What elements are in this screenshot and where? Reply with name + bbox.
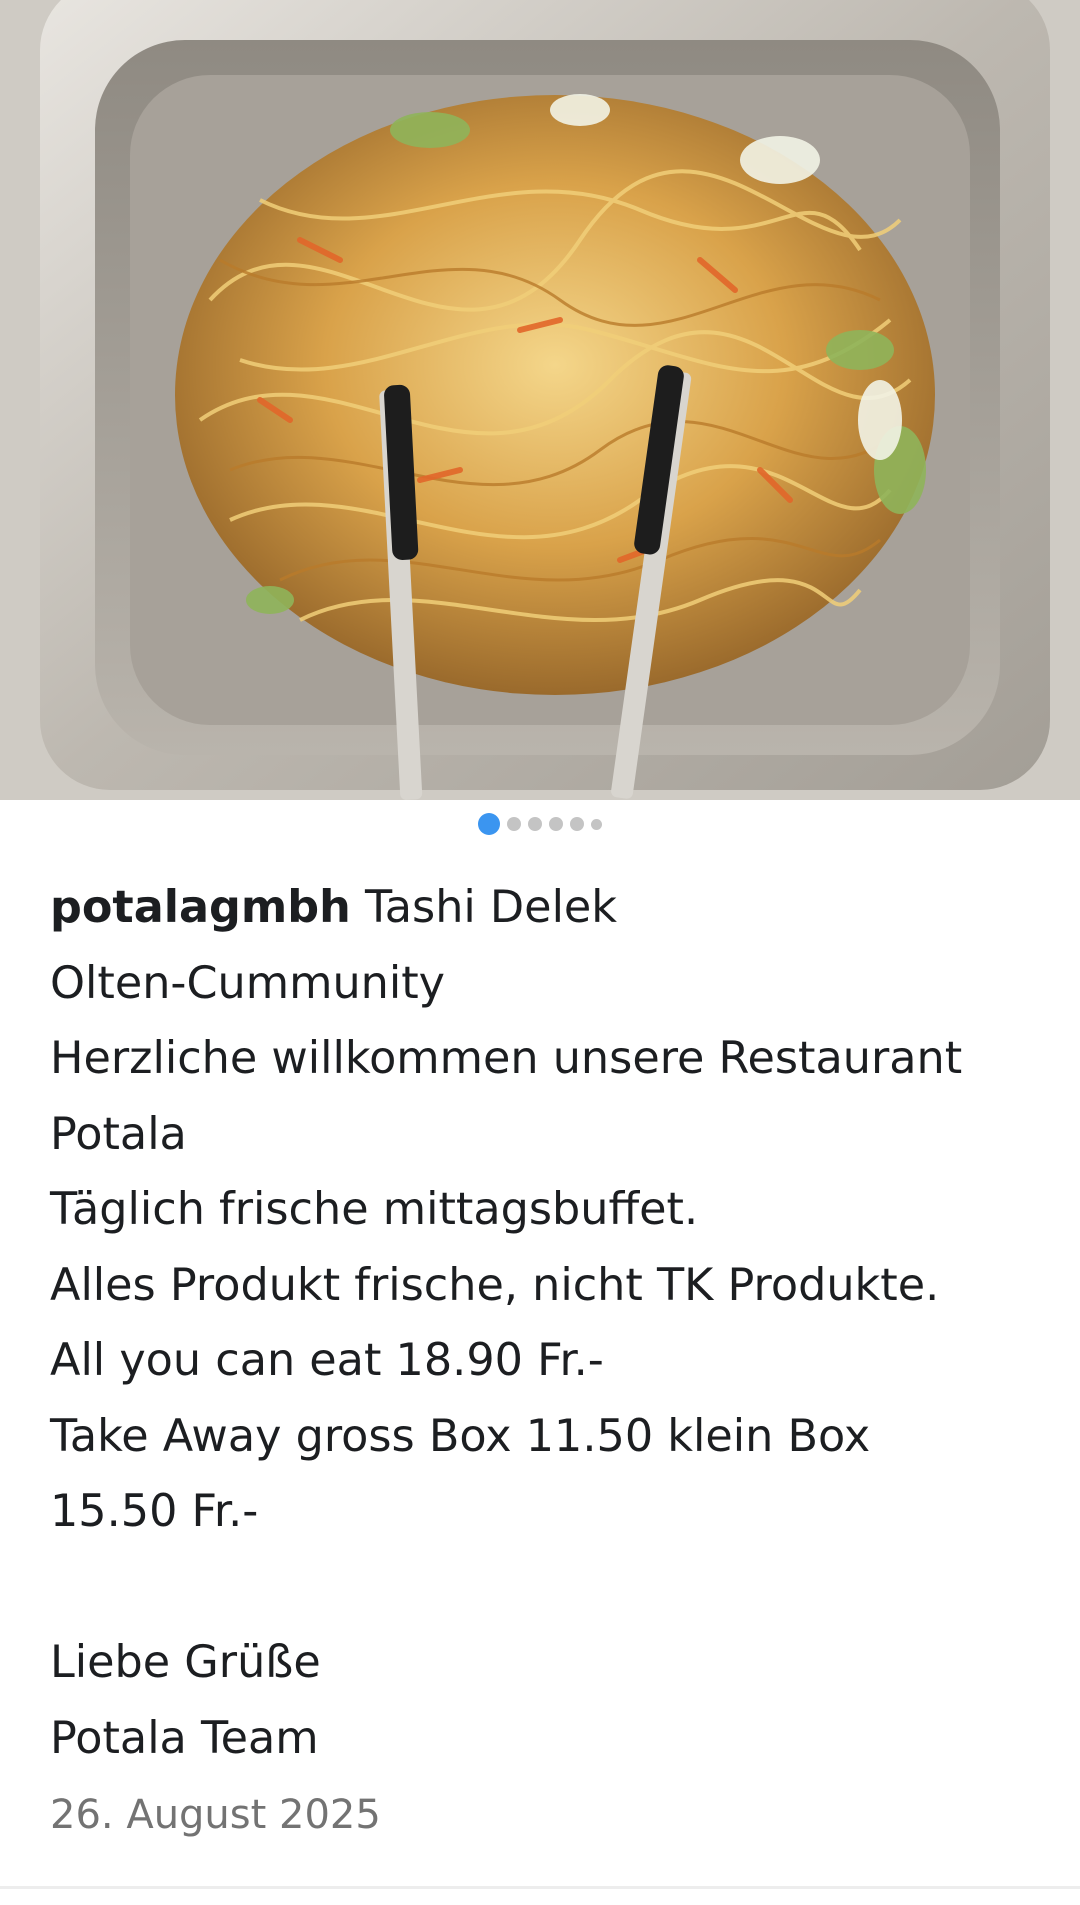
- carousel-indicator[interactable]: [0, 810, 1080, 838]
- noodle-tray-illustration: [0, 0, 1080, 800]
- post-photo[interactable]: [0, 0, 1080, 800]
- caption-line: Take Away gross Box 11.50 klein Box: [50, 1410, 871, 1462]
- caption-first-line: potalagmbh Tashi Delek: [50, 870, 1070, 946]
- caption-line: Alles Produkt frische, nicht TK Produkte…: [50, 1259, 940, 1311]
- divider: [0, 1886, 1080, 1889]
- caption-line: Liebe Grüße: [50, 1637, 321, 1688]
- caption-line: Olten-Cummunity: [50, 957, 446, 1009]
- caption-line: Potala: [50, 1108, 187, 1160]
- carousel-dot[interactable]: [528, 817, 542, 831]
- caption-line: Herzliche willkommen unsere Restaurant: [50, 1033, 963, 1084]
- carousel-dot[interactable]: [507, 817, 521, 831]
- username-link[interactable]: potalagmbh: [50, 882, 351, 933]
- caption-line: 15.50 Fr.-: [50, 1486, 259, 1537]
- post-date: 26. August 2025: [50, 1792, 381, 1838]
- carousel-dot[interactable]: [549, 817, 563, 831]
- post-caption: potalagmbh Tashi Delek Olten-Cummunity H…: [50, 870, 1070, 1776]
- carousel-dot[interactable]: [591, 818, 602, 830]
- caption-line: Täglich frische mittagsbuffet.: [50, 1184, 699, 1235]
- carousel-dot-active[interactable]: [478, 813, 500, 835]
- caption-line: All you can eat 18.90 Fr.-: [50, 1335, 604, 1386]
- carousel-dot[interactable]: [570, 817, 584, 831]
- caption-line: Potala Team: [50, 1712, 319, 1764]
- caption-text: Tashi Delek: [364, 882, 618, 933]
